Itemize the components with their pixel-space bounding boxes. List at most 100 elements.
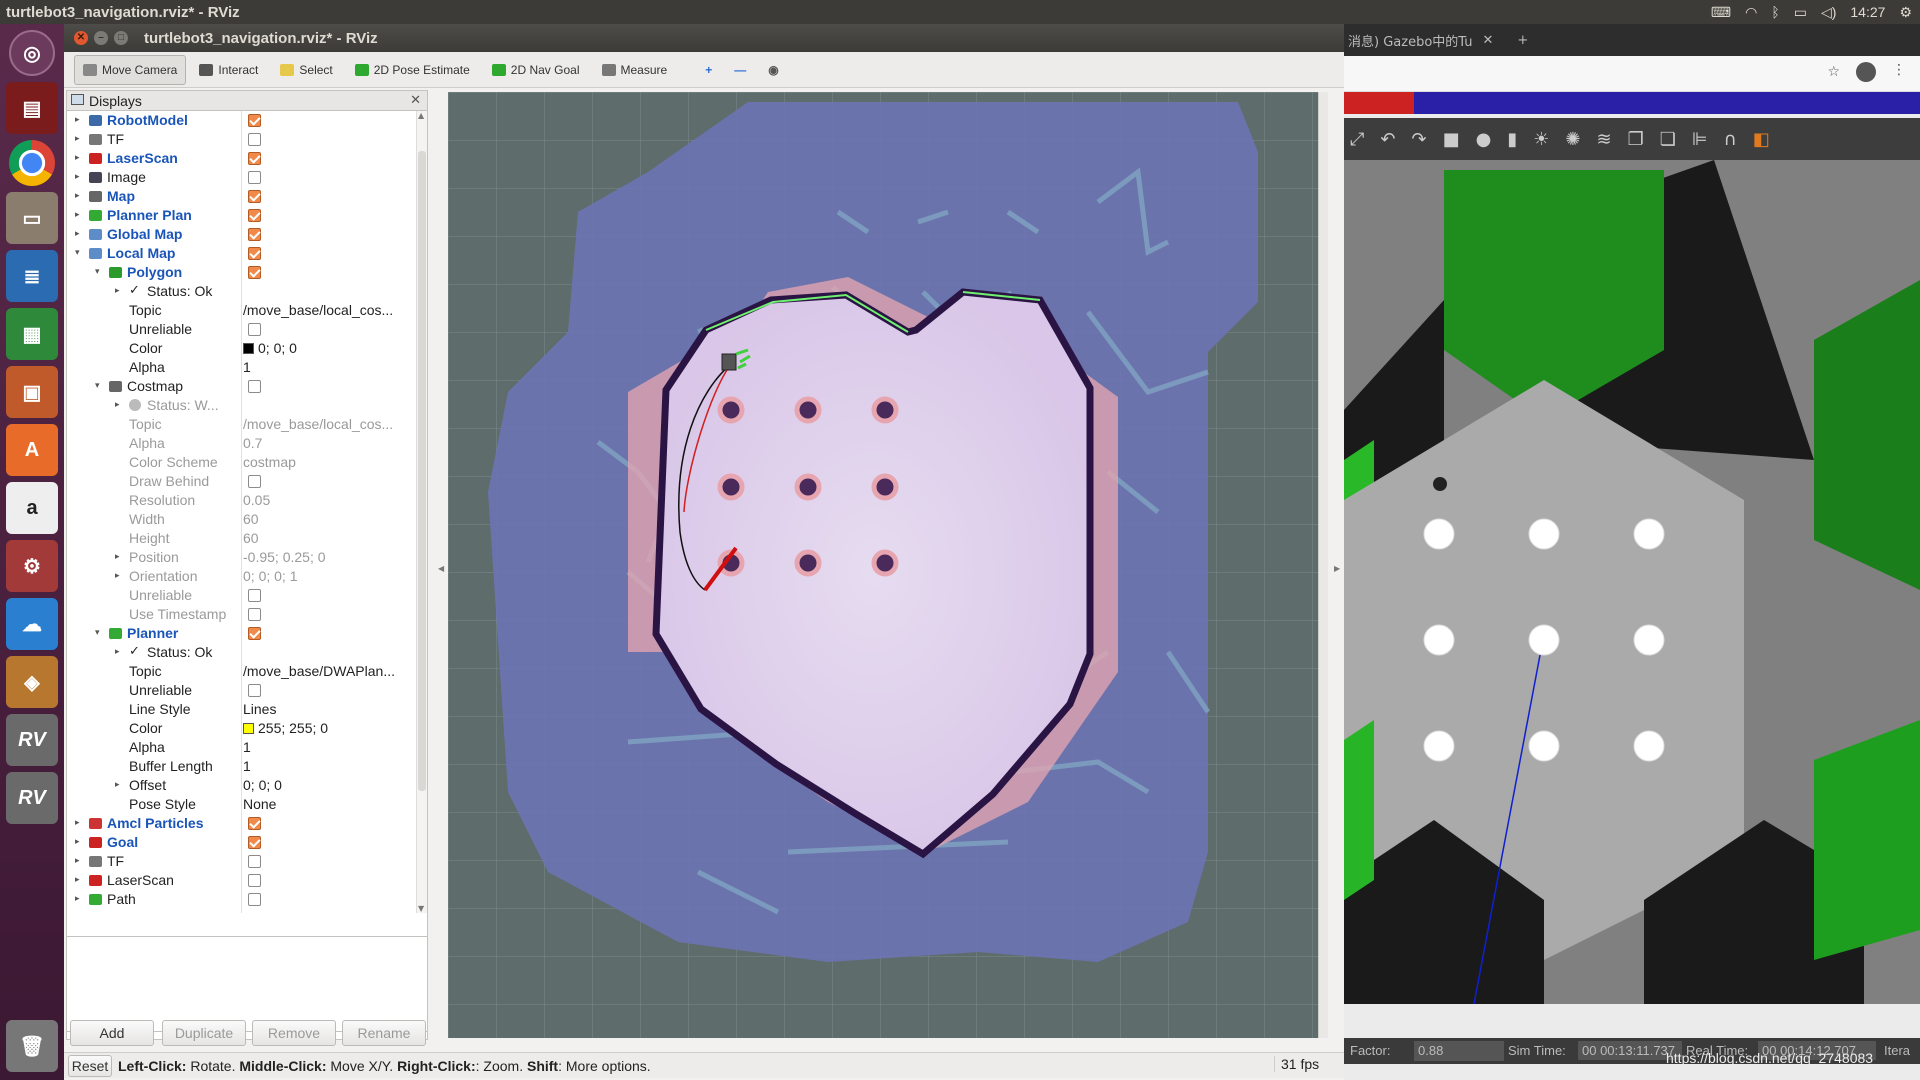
tree-row-costmap[interactable]: ▾ Costmap [67, 377, 417, 396]
expand-arrow-icon[interactable]: ▸ [75, 817, 85, 828]
tree-row-laserscan[interactable]: ▸ LaserScan [67, 871, 417, 890]
keyboard-icon[interactable]: ⌨ [1711, 4, 1731, 21]
tree-row-unreliable[interactable]: Unreliable [67, 320, 417, 339]
fullscreen-icon[interactable]: ⤢ [1350, 129, 1364, 150]
property-value[interactable]: /move_base/DWAPlan... [243, 663, 395, 679]
rename-display-button[interactable]: Rename [342, 1020, 426, 1046]
property-value[interactable]: 255; 255; 0 [243, 720, 328, 736]
expand-arrow-icon[interactable]: ▸ [75, 874, 85, 885]
paste-icon[interactable]: ❏ [1660, 129, 1676, 150]
property-value[interactable]: /move_base/local_cos... [243, 416, 393, 432]
new-tab-icon[interactable]: + [1517, 33, 1528, 48]
minimize-window-icon[interactable]: – [94, 31, 108, 45]
view-scrollbar[interactable] [1318, 92, 1328, 1038]
left-splitter-handle[interactable]: ◀ [438, 564, 444, 573]
property-value[interactable]: 0; 0; 0 [243, 340, 297, 356]
visibility-checkbox[interactable] [248, 608, 261, 621]
reset-button[interactable]: Reset [68, 1054, 112, 1077]
visibility-checkbox[interactable] [248, 266, 261, 279]
visibility-checkbox[interactable] [248, 380, 261, 393]
rviz-3d-view[interactable] [448, 92, 1328, 1038]
visibility-checkbox[interactable] [248, 152, 261, 165]
browser-menu-icon[interactable]: ⋮ [1892, 62, 1906, 78]
close-window-icon[interactable]: ✕ [74, 31, 88, 45]
tree-row-status-ok[interactable]: ▸ ✓ Status: Ok [67, 282, 417, 301]
expand-arrow-icon[interactable]: ▸ [115, 646, 125, 657]
chrome-app-icon[interactable] [9, 140, 55, 186]
expand-arrow-icon[interactable]: ▸ [115, 285, 125, 296]
collapse-arrow-icon[interactable]: ▾ [75, 247, 85, 258]
tree-row-robotmodel[interactable]: ▸ RobotModel [67, 111, 417, 130]
clock[interactable]: 14:27 [1850, 4, 1885, 20]
bluetooth-icon[interactable]: ᛒ [1771, 4, 1779, 20]
tool-move-camera[interactable]: Move Camera [74, 54, 187, 85]
account-icon[interactable] [1856, 62, 1876, 82]
visibility-checkbox[interactable] [248, 893, 261, 906]
file-manager-icon[interactable]: ▭ [6, 192, 58, 244]
sun-light-icon[interactable]: ☀ [1533, 129, 1549, 150]
volume-icon[interactable]: ◁) [1821, 4, 1836, 21]
add-display-button[interactable]: Add [70, 1020, 154, 1046]
gazebo-3d-scene[interactable] [1344, 160, 1920, 1004]
scrollbar-thumb[interactable] [418, 151, 426, 791]
tree-row-use-timestamp[interactable]: Use Timestamp [67, 605, 417, 624]
bookmark-star-icon[interactable]: ☆ [1827, 64, 1840, 80]
amazon-app-icon[interactable]: a [6, 482, 58, 534]
property-value[interactable]: None [243, 796, 276, 812]
property-value[interactable]: 60 [243, 530, 259, 546]
property-value[interactable]: -0.95; 0.25; 0 [243, 549, 326, 565]
tab-close-icon[interactable]: ✕ [1482, 33, 1493, 48]
tool-select[interactable]: Select [271, 55, 341, 85]
tree-row-topic[interactable]: Topic/move_base/local_cos... [67, 415, 417, 434]
visibility-checkbox[interactable] [248, 627, 261, 640]
tree-row-color[interactable]: Color 255; 255; 0 [67, 719, 417, 738]
visibility-checkbox[interactable] [248, 874, 261, 887]
browser-address-bar[interactable]: ☆ ⋮ [1344, 56, 1920, 92]
redo-icon[interactable]: ↷ [1412, 129, 1427, 150]
tree-row-orientation[interactable]: ▸ Orientation 0; 0; 0; 1 [67, 567, 417, 586]
ubuntu-dash-icon[interactable]: ◎ [9, 30, 55, 76]
tree-row-position[interactable]: ▸ Position -0.95; 0.25; 0 [67, 548, 417, 567]
tree-row-buffer-length[interactable]: Buffer Length 1 [67, 757, 417, 776]
visibility-checkbox[interactable] [248, 323, 261, 336]
visibility-checkbox[interactable] [248, 589, 261, 602]
expand-arrow-icon[interactable]: ▸ [115, 399, 125, 410]
calc-app-icon[interactable]: ▦ [6, 308, 58, 360]
property-value[interactable]: /move_base/local_cos... [243, 302, 393, 318]
rviz-app-icon[interactable]: RV [6, 714, 58, 766]
tree-row-topic[interactable]: Topic/move_base/DWAPlan... [67, 662, 417, 681]
tree-row-tf[interactable]: ▸ TF [67, 130, 417, 149]
tree-row-height[interactable]: Height 60 [67, 529, 417, 548]
tree-row-planner[interactable]: ▾ Planner [67, 624, 417, 643]
property-value[interactable]: costmap [243, 454, 296, 470]
undo-icon[interactable]: ↶ [1380, 129, 1395, 150]
tree-row-alpha[interactable]: Alpha 1 [67, 358, 417, 377]
tree-row-global-map[interactable]: ▸ Global Map [67, 225, 417, 244]
tree-row-width[interactable]: Width 60 [67, 510, 417, 529]
maximize-window-icon[interactable]: □ [114, 31, 128, 45]
visibility-checkbox[interactable] [248, 190, 261, 203]
remove-display-button[interactable]: Remove [252, 1020, 336, 1046]
property-value[interactable]: 0; 0; 0; 1 [243, 568, 297, 584]
rviz-app-icon-2[interactable]: RV [6, 772, 58, 824]
camera-view-icon[interactable]: ◉ [759, 55, 787, 85]
tree-row-goal[interactable]: ▸ Goal [67, 833, 417, 852]
visibility-checkbox[interactable] [248, 855, 261, 868]
tree-row-unreliable[interactable]: Unreliable [67, 586, 417, 605]
terminal-app-icon[interactable]: ▤ [6, 82, 58, 134]
trash-icon[interactable]: 🗑 [6, 1020, 58, 1072]
property-value[interactable]: 0.05 [243, 492, 270, 508]
collapse-arrow-icon[interactable]: ▾ [95, 380, 105, 391]
expand-arrow-icon[interactable]: ▸ [75, 836, 85, 847]
wifi-icon[interactable]: ◠ [1745, 4, 1757, 21]
collapse-arrow-icon[interactable]: ▾ [95, 266, 105, 277]
right-splitter-handle[interactable]: ▶ [1334, 564, 1340, 573]
box-shape-icon[interactable]: ■ [1443, 129, 1460, 150]
visibility-checkbox[interactable] [248, 817, 261, 830]
battery-icon[interactable]: ▭ [1794, 4, 1807, 21]
visibility-checkbox[interactable] [248, 475, 261, 488]
system-settings-icon[interactable]: ⚙ [6, 540, 58, 592]
collapse-arrow-icon[interactable]: ▾ [95, 627, 105, 638]
tree-row-color[interactable]: Color 0; 0; 0 [67, 339, 417, 358]
tree-row-local-map[interactable]: ▾ Local Map [67, 244, 417, 263]
